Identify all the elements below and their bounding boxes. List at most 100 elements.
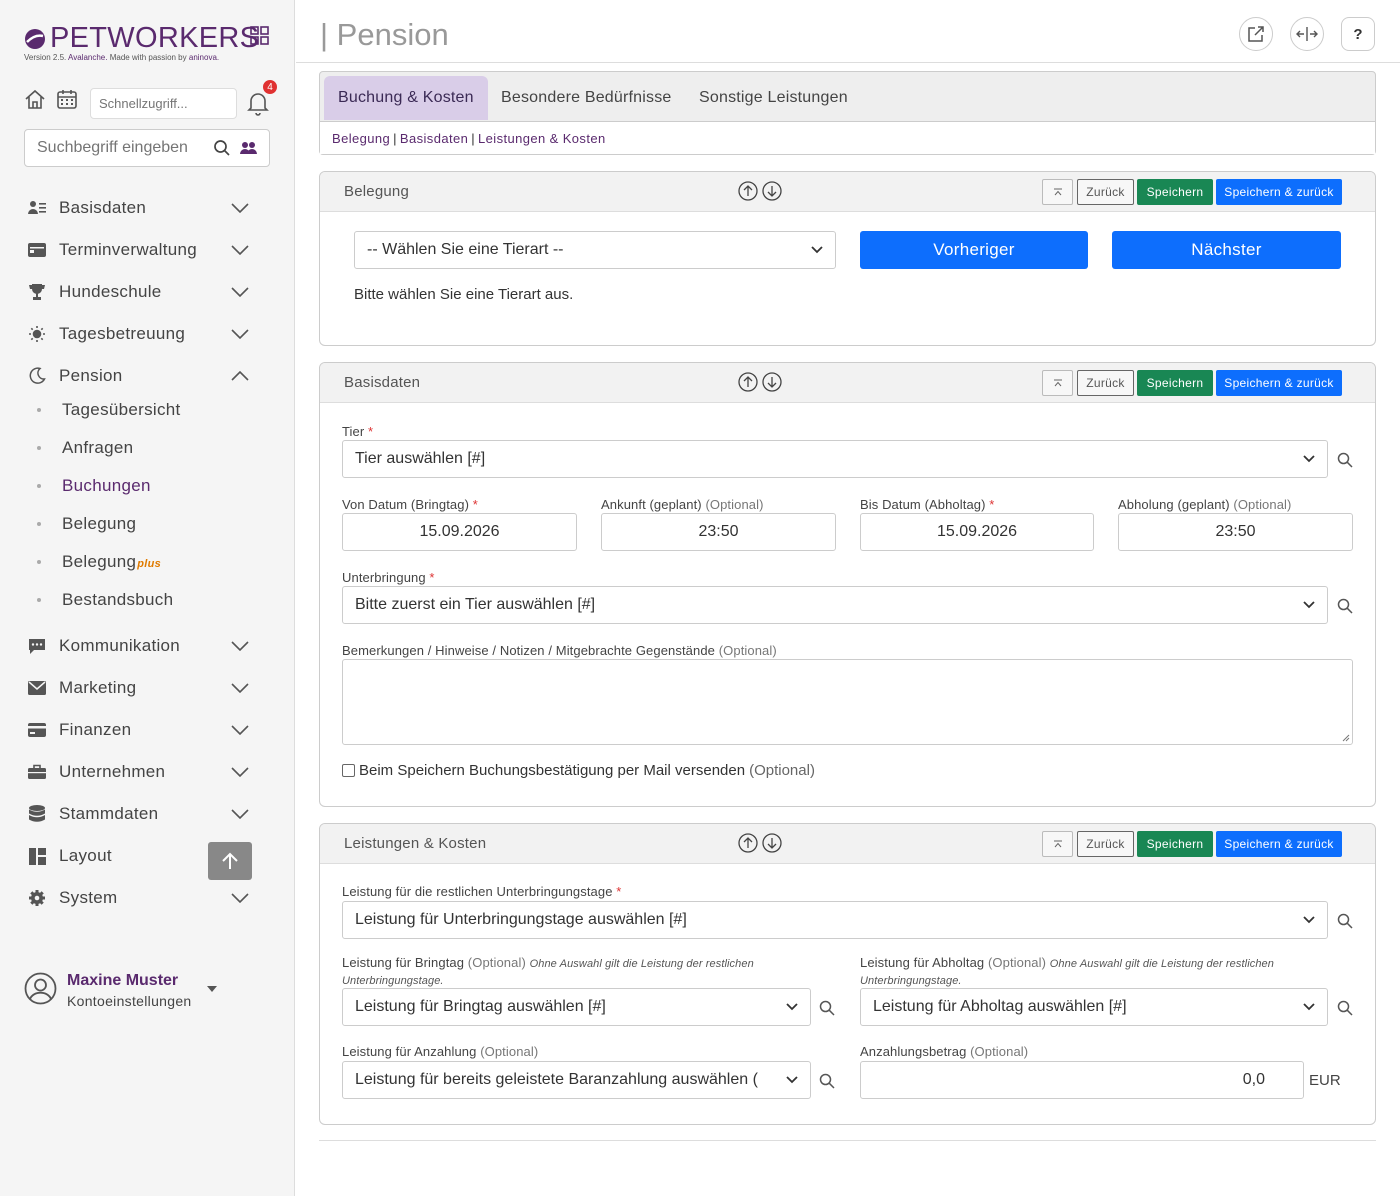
nav-terminverwaltung[interactable]: Terminverwaltung bbox=[0, 230, 295, 270]
quick-access-input[interactable] bbox=[90, 88, 237, 119]
save-and-back-button[interactable]: Speichern & zurück bbox=[1216, 370, 1342, 396]
nav-stammdaten[interactable]: Stammdaten bbox=[0, 794, 295, 834]
card-title: Leistungen & Kosten bbox=[344, 835, 487, 852]
arrow-up-circle-icon[interactable] bbox=[738, 372, 758, 392]
back-button[interactable]: Zurück bbox=[1077, 179, 1134, 205]
anzahlungsbetrag-input[interactable]: 0,0 bbox=[860, 1061, 1304, 1099]
bringtag-select[interactable]: Leistung für Bringtag auswählen [#] bbox=[342, 988, 811, 1026]
collapse-button[interactable] bbox=[1042, 831, 1073, 857]
search-icon[interactable] bbox=[1337, 598, 1353, 614]
nav-label: Tagesbetreuung bbox=[59, 324, 186, 343]
search-icon[interactable] bbox=[213, 139, 231, 157]
arrow-down-circle-icon[interactable] bbox=[762, 372, 782, 392]
nav-hundeschule[interactable]: Hundeschule bbox=[0, 272, 295, 312]
nav-label: Hundeschule bbox=[59, 282, 162, 301]
checkbox-box[interactable] bbox=[342, 764, 355, 777]
bis-datum-input[interactable]: 15.09.2026 bbox=[860, 513, 1094, 551]
save-and-back-button[interactable]: Speichern & zurück bbox=[1216, 831, 1342, 857]
anchor-belegung[interactable]: Belegung bbox=[332, 131, 390, 146]
rest-leistung-select[interactable]: Leistung für Unterbringungstage auswähle… bbox=[342, 901, 1328, 939]
subnav-buchungen[interactable]: Buchungen bbox=[0, 469, 295, 503]
notification-badge[interactable]: 4 bbox=[261, 78, 279, 96]
tab-besondere-beduerfnisse[interactable]: Besondere Bedürfnisse bbox=[487, 76, 686, 120]
help-button[interactable]: ? bbox=[1341, 17, 1375, 51]
tierart-select[interactable]: -- Wählen Sie eine Tierart -- bbox=[354, 231, 836, 269]
tabs-panel: Buchung & Kosten Besondere Bedürfnisse S… bbox=[319, 71, 1376, 155]
tab-sonstige-leistungen[interactable]: Sonstige Leistungen bbox=[685, 76, 862, 120]
anchor-basisdaten[interactable]: Basisdaten bbox=[400, 131, 468, 146]
checkbox-label: Beim Speichern Buchungsbestätigung per M… bbox=[359, 762, 746, 779]
subnav-belegung-plus[interactable]: Belegungplus bbox=[0, 545, 295, 579]
tier-select[interactable]: Tier auswählen [#] bbox=[342, 440, 1328, 478]
ankunft-input[interactable]: 23:50 bbox=[601, 513, 836, 551]
chevron-down-icon bbox=[231, 203, 249, 213]
nav-pension[interactable]: Pension bbox=[0, 356, 295, 396]
open-external-button[interactable] bbox=[1239, 17, 1273, 51]
abholung-input[interactable]: 23:50 bbox=[1118, 513, 1353, 551]
optional-label: (Optional) bbox=[749, 762, 815, 779]
anzahlung-select[interactable]: Leistung für bereits geleistete Baranzah… bbox=[342, 1061, 811, 1099]
previous-button[interactable]: Vorheriger bbox=[860, 231, 1088, 269]
bemerkungen-textarea[interactable] bbox=[342, 659, 1353, 745]
nav-unternehmen[interactable]: Unternehmen bbox=[0, 752, 295, 792]
logo-text: PETWORKERS bbox=[50, 22, 260, 54]
arrow-down-circle-icon[interactable] bbox=[762, 181, 782, 201]
search-icon[interactable] bbox=[1337, 1000, 1353, 1016]
save-and-back-button[interactable]: Speichern & zurück bbox=[1216, 179, 1342, 205]
tier-label: Tier * bbox=[342, 424, 374, 439]
caret-down-icon[interactable] bbox=[207, 986, 217, 992]
nav-kommunikation[interactable]: Kommunikation bbox=[0, 626, 295, 666]
save-button[interactable]: Speichern bbox=[1137, 370, 1213, 396]
unterbringung-select[interactable]: Bitte zuerst ein Tier auswählen [#] bbox=[342, 586, 1328, 624]
subnav-tagesuebersicht[interactable]: Tagesübersicht bbox=[0, 393, 295, 427]
save-button[interactable]: Speichern bbox=[1137, 179, 1213, 205]
nav-basisdaten[interactable]: Basisdaten bbox=[0, 188, 295, 228]
arrow-down-circle-icon[interactable] bbox=[762, 833, 782, 853]
bringtag-label: Leistung für Bringtag (Optional) Ohne Au… bbox=[342, 955, 754, 987]
abholtag-select[interactable]: Leistung für Abholtag auswählen [#] bbox=[860, 988, 1328, 1026]
back-button[interactable]: Zurück bbox=[1077, 831, 1134, 857]
collapse-button[interactable] bbox=[1042, 179, 1073, 205]
nav-finanzen[interactable]: Finanzen bbox=[0, 710, 295, 750]
next-button[interactable]: Nächster bbox=[1112, 231, 1341, 269]
collapse-up-icon bbox=[1053, 840, 1063, 848]
search-icon[interactable] bbox=[1337, 452, 1353, 468]
resize-handle-icon[interactable] bbox=[1342, 734, 1350, 742]
subnav-anfragen[interactable]: Anfragen bbox=[0, 431, 295, 465]
scroll-to-top-button[interactable] bbox=[208, 842, 252, 880]
arrow-up-circle-icon[interactable] bbox=[738, 181, 758, 201]
logo[interactable]: PETWORKERS bbox=[24, 22, 259, 55]
bullet-icon bbox=[37, 408, 41, 412]
tab-buchung-kosten[interactable]: Buchung & Kosten bbox=[324, 76, 488, 120]
ankunft-label: Ankunft (geplant) (Optional) bbox=[601, 497, 764, 512]
page-title: | Pension bbox=[320, 17, 449, 52]
collapse-button[interactable] bbox=[1042, 370, 1073, 396]
search-icon[interactable] bbox=[819, 1073, 835, 1089]
calendar-icon[interactable] bbox=[56, 88, 78, 110]
avatar[interactable] bbox=[24, 972, 57, 1005]
home-icon[interactable] bbox=[24, 88, 46, 110]
search-icon[interactable] bbox=[1337, 913, 1353, 929]
expand-width-button[interactable] bbox=[1290, 17, 1324, 51]
back-button[interactable]: Zurück bbox=[1077, 370, 1134, 396]
subnav-belegung[interactable]: Belegung bbox=[0, 507, 295, 541]
nav-system[interactable]: System bbox=[0, 878, 295, 918]
user-name[interactable]: Maxine Muster bbox=[67, 972, 178, 990]
von-datum-input[interactable]: 15.09.2026 bbox=[342, 513, 577, 551]
subnav-label: Anfragen bbox=[62, 438, 134, 457]
nav-tagesbetreuung[interactable]: Tagesbetreuung bbox=[0, 314, 295, 354]
mail-confirmation-checkbox[interactable]: Beim Speichern Buchungsbestätigung per M… bbox=[342, 762, 815, 779]
bemerkungen-label: Bemerkungen / Hinweise / Notizen / Mitge… bbox=[342, 643, 777, 658]
account-settings-link[interactable]: Kontoeinstellungen bbox=[67, 993, 192, 1009]
credit-card-icon bbox=[28, 721, 46, 739]
nav-marketing[interactable]: Marketing bbox=[0, 668, 295, 708]
subnav-bestandsbuch[interactable]: Bestandsbuch bbox=[0, 583, 295, 617]
apps-grid-icon[interactable] bbox=[250, 26, 269, 45]
users-icon[interactable] bbox=[240, 141, 257, 155]
trophy-icon bbox=[28, 283, 46, 301]
arrow-up-circle-icon[interactable] bbox=[738, 833, 758, 853]
search-icon[interactable] bbox=[819, 1000, 835, 1016]
anchor-leistungen-kosten[interactable]: Leistungen & Kosten bbox=[478, 131, 606, 146]
search-input[interactable] bbox=[37, 139, 207, 157]
save-button[interactable]: Speichern bbox=[1137, 831, 1213, 857]
